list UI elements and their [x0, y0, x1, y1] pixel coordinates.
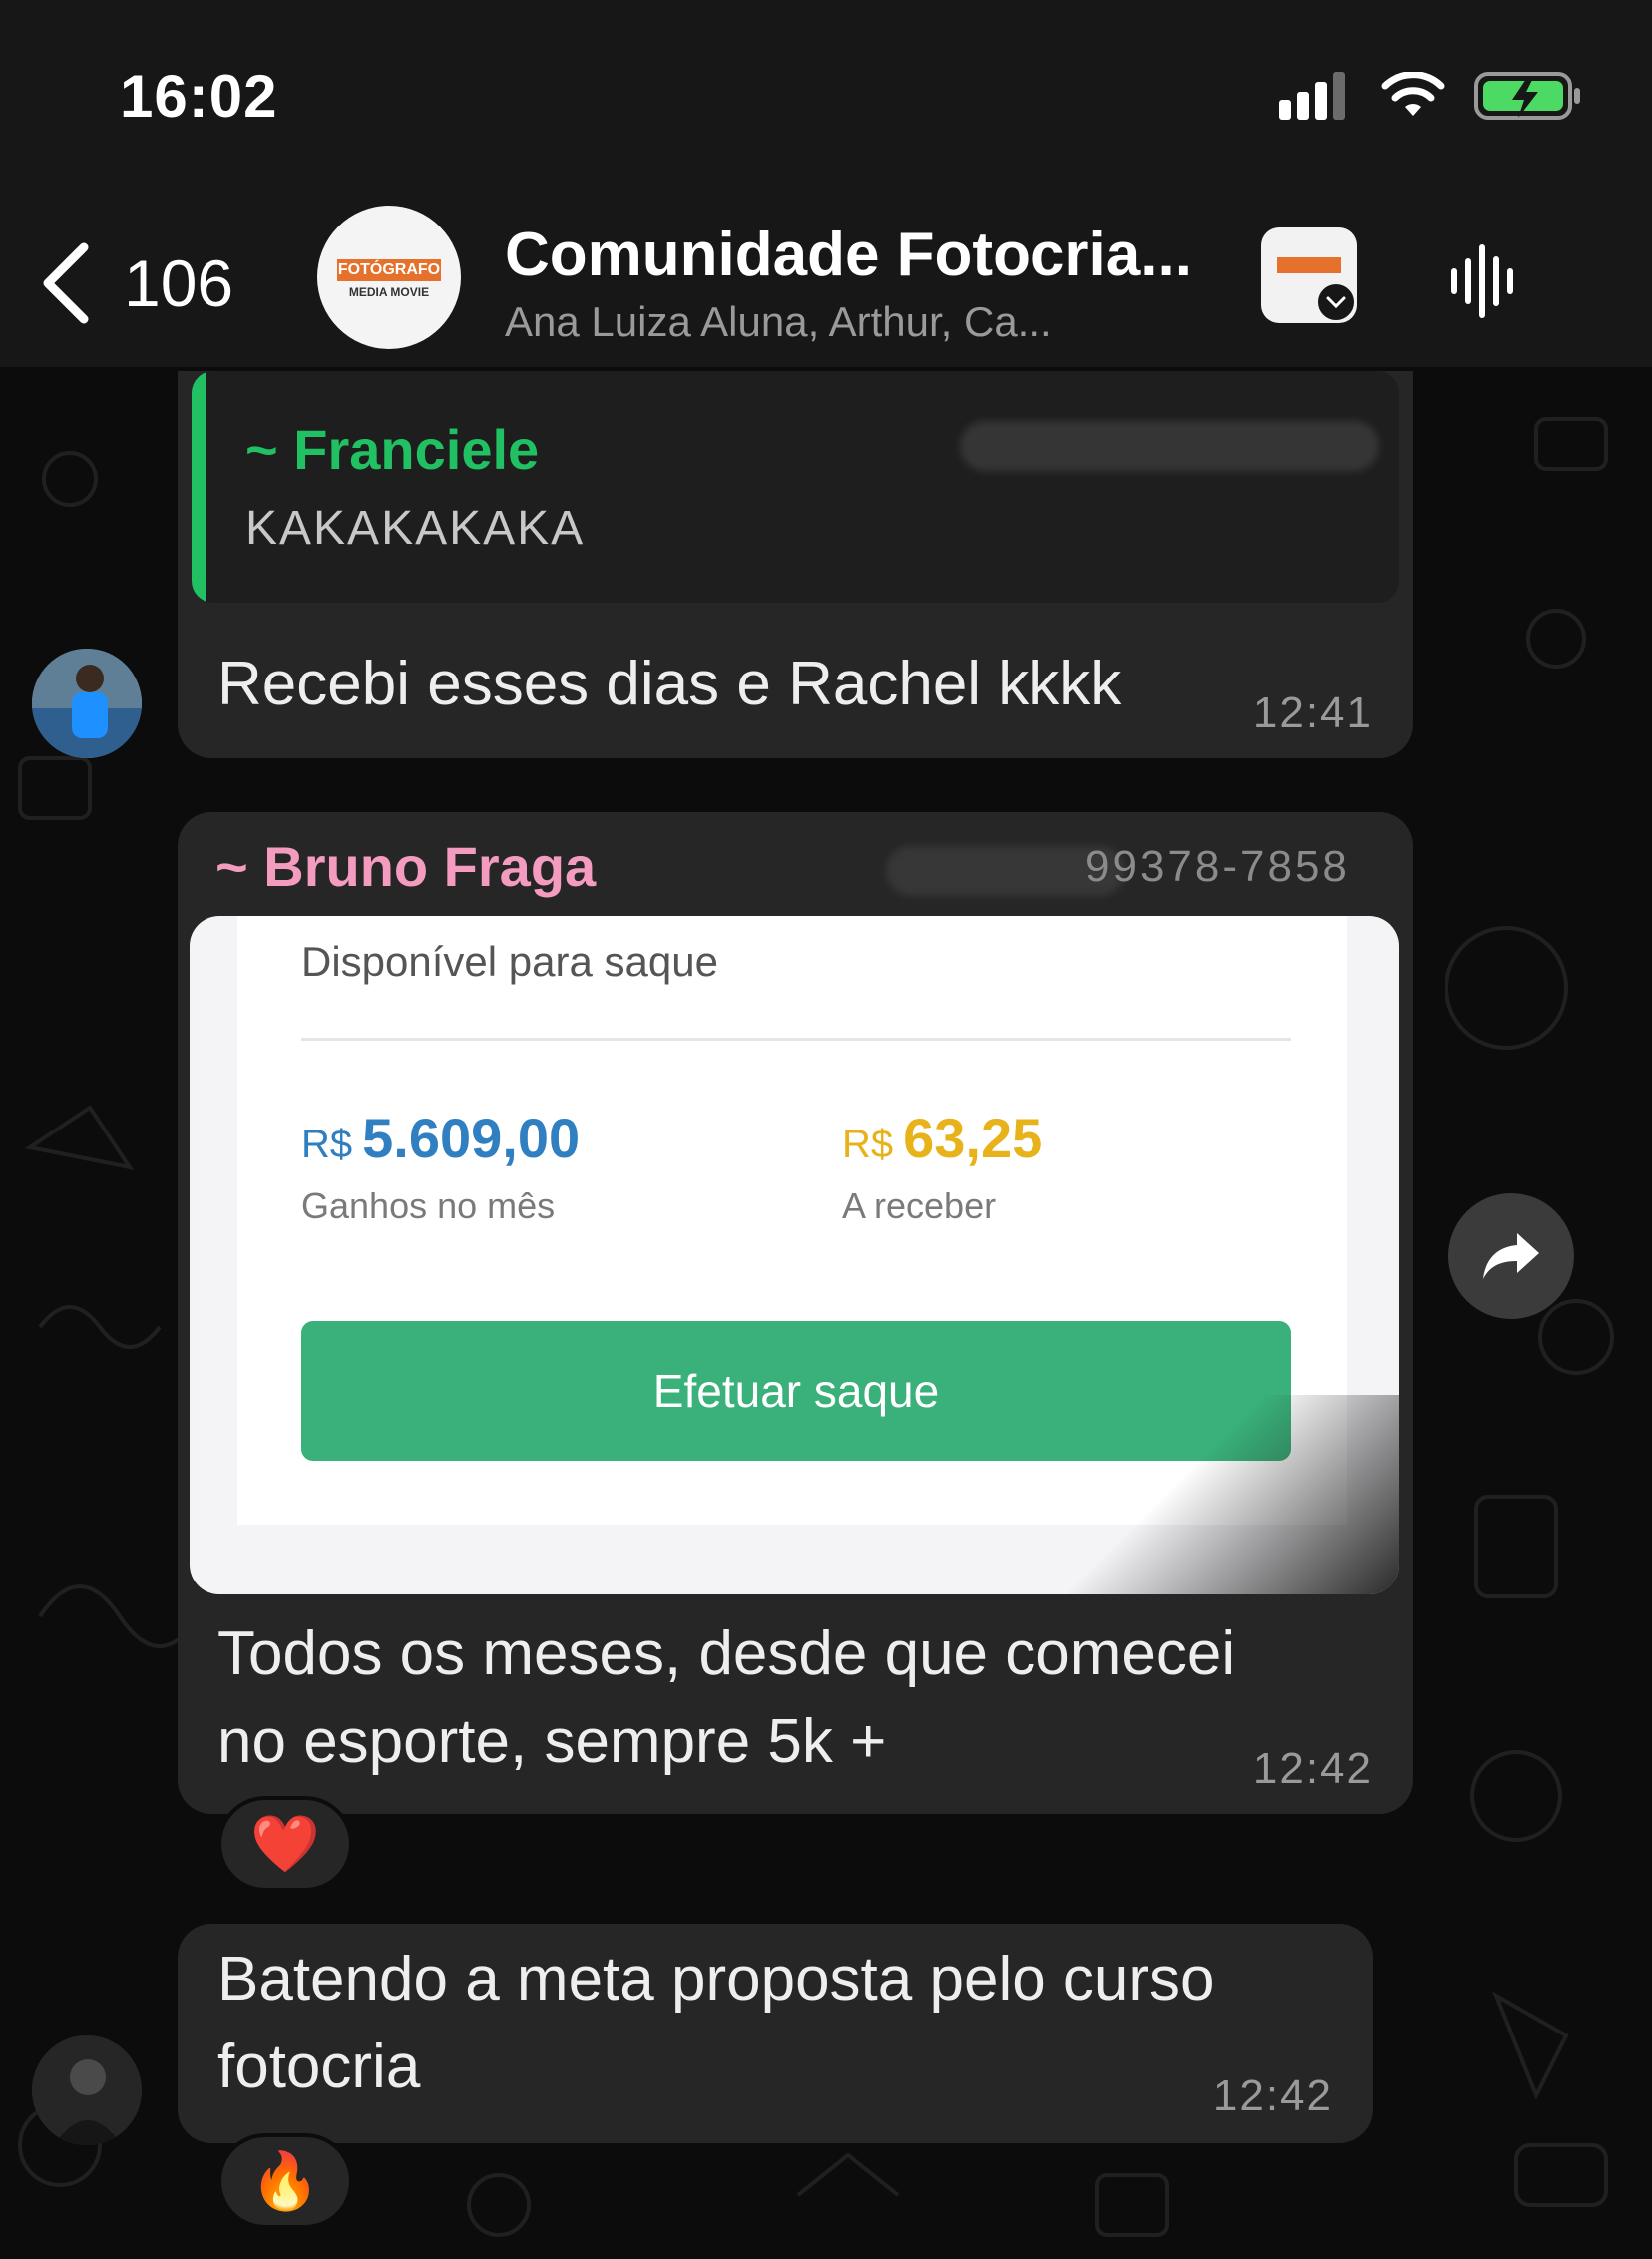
message-text-line1: Batendo a meta proposta pelo curso	[217, 1945, 1215, 2014]
chat-info[interactable]: Comunidade Fotocria... Ana Luiza Aluna, …	[505, 220, 1223, 346]
logo-top-text: FOTÓGRAFO	[337, 259, 441, 281]
voice-chat-button[interactable]	[1445, 241, 1524, 321]
sender-name: ~ Bruno Fraga	[215, 835, 597, 898]
image-shadow	[1039, 1395, 1399, 1594]
reaction-badge[interactable]: ❤️	[217, 1796, 353, 1892]
redacted-phone	[960, 421, 1379, 471]
chevron-left-icon	[43, 242, 89, 324]
message-time: 12:42	[1212, 2071, 1333, 2120]
unread-count: 106	[124, 246, 234, 320]
earned-amount: R$ 5.609,00	[301, 1106, 580, 1170]
person-photo-icon	[32, 649, 142, 758]
message-text: Recebi esses dias e Rachel kkkk	[217, 650, 1122, 718]
message-text-line2: fotocria	[217, 2033, 421, 2101]
chevron-down-icon	[1315, 281, 1357, 323]
pending-amount: R$ 63,25	[842, 1106, 1042, 1170]
divider	[301, 1038, 1291, 1041]
message-text-line1: Todos os meses, desde que comecei	[217, 1619, 1236, 1688]
person-photo-icon	[32, 2035, 142, 2145]
wifi-icon	[1381, 72, 1445, 116]
chat-header: 106 FOTÓGRAFO MEDIA MOVIE Comunidade Fot…	[0, 190, 1652, 367]
quoted-message[interactable]: ~ Franciele KAKAKAKAKA	[192, 371, 1399, 603]
earned-currency: R$	[301, 1123, 353, 1166]
forward-arrow-icon	[1483, 1233, 1539, 1279]
quote-accent-bar	[192, 371, 206, 603]
sender-avatar[interactable]	[32, 2035, 142, 2145]
reaction-badge[interactable]: 🔥	[217, 2133, 353, 2229]
quoted-author: ~ Franciele	[245, 418, 540, 481]
community-button[interactable]	[1261, 227, 1357, 323]
cellular-signal-icon	[1279, 72, 1345, 120]
message-time: 12:41	[1252, 688, 1373, 737]
pending-label: A receber	[842, 1185, 997, 1226]
group-members: Ana Luiza Aluna, Arthur, Ca...	[505, 298, 1052, 345]
earned-label: Ganhos no mês	[301, 1185, 556, 1226]
message-bubble[interactable]: ~ Franciele KAKAKAKAKA Recebi esses dias…	[178, 371, 1413, 758]
status-time: 16:02	[120, 63, 278, 130]
battery-charging-icon	[1474, 72, 1580, 120]
message-text-line2: no esporte, sempre 5k +	[217, 1707, 887, 1776]
logo-bottom-text: MEDIA MOVIE	[348, 285, 430, 299]
community-logo-icon	[1277, 257, 1341, 273]
message-bubble[interactable]: ~ Bruno Fraga 99378-7858 Disponível para…	[178, 812, 1413, 1814]
status-icons	[1279, 70, 1582, 122]
group-avatar[interactable]: FOTÓGRAFO MEDIA MOVIE	[317, 206, 461, 349]
status-bar: 16:02	[0, 0, 1652, 190]
message-bubble[interactable]: Batendo a meta proposta pelo curso fotoc…	[178, 1924, 1373, 2143]
quoted-text: KAKAKAKAKA	[245, 502, 586, 555]
group-title: Comunidade Fotocria...	[505, 221, 1192, 289]
audio-waveform-icon	[1451, 244, 1513, 318]
message-time: 12:42	[1252, 1744, 1373, 1793]
shared-image[interactable]: Disponível para saque R$ 5.609,00 Ganhos …	[190, 916, 1399, 1594]
pending-currency: R$	[842, 1123, 894, 1166]
sender-avatar[interactable]	[32, 649, 142, 758]
back-button[interactable]: 106	[40, 241, 233, 325]
sender-phone: 99378-7858	[1085, 842, 1350, 891]
forward-button[interactable]	[1448, 1193, 1574, 1319]
balance-heading: Disponível para saque	[301, 938, 718, 985]
earned-value: 5.609,00	[362, 1107, 581, 1169]
pending-value: 63,25	[903, 1107, 1043, 1169]
